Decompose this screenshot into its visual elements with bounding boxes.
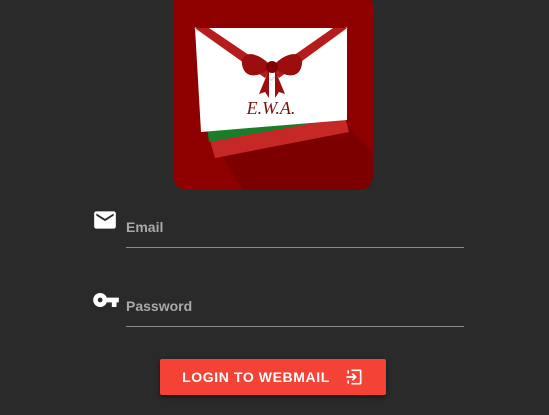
email-input-wrapper[interactable]: Email (126, 211, 464, 248)
gift-envelope-icon: E.W.A. (194, 27, 373, 190)
logo-text: E.W.A. (246, 98, 296, 118)
sign-in-icon (344, 367, 364, 387)
password-input[interactable] (126, 290, 464, 326)
app-logo: E.W.A. (173, 0, 373, 190)
email-input[interactable] (126, 211, 464, 247)
envelope-icon (92, 207, 120, 235)
login-button[interactable]: LOGIN TO WEBMAIL (160, 359, 386, 395)
email-field: Email (92, 203, 464, 251)
password-input-wrapper[interactable]: Password (126, 290, 464, 327)
key-icon (92, 286, 120, 314)
login-button-label: LOGIN TO WEBMAIL (182, 369, 330, 385)
password-field: Password (92, 282, 464, 330)
